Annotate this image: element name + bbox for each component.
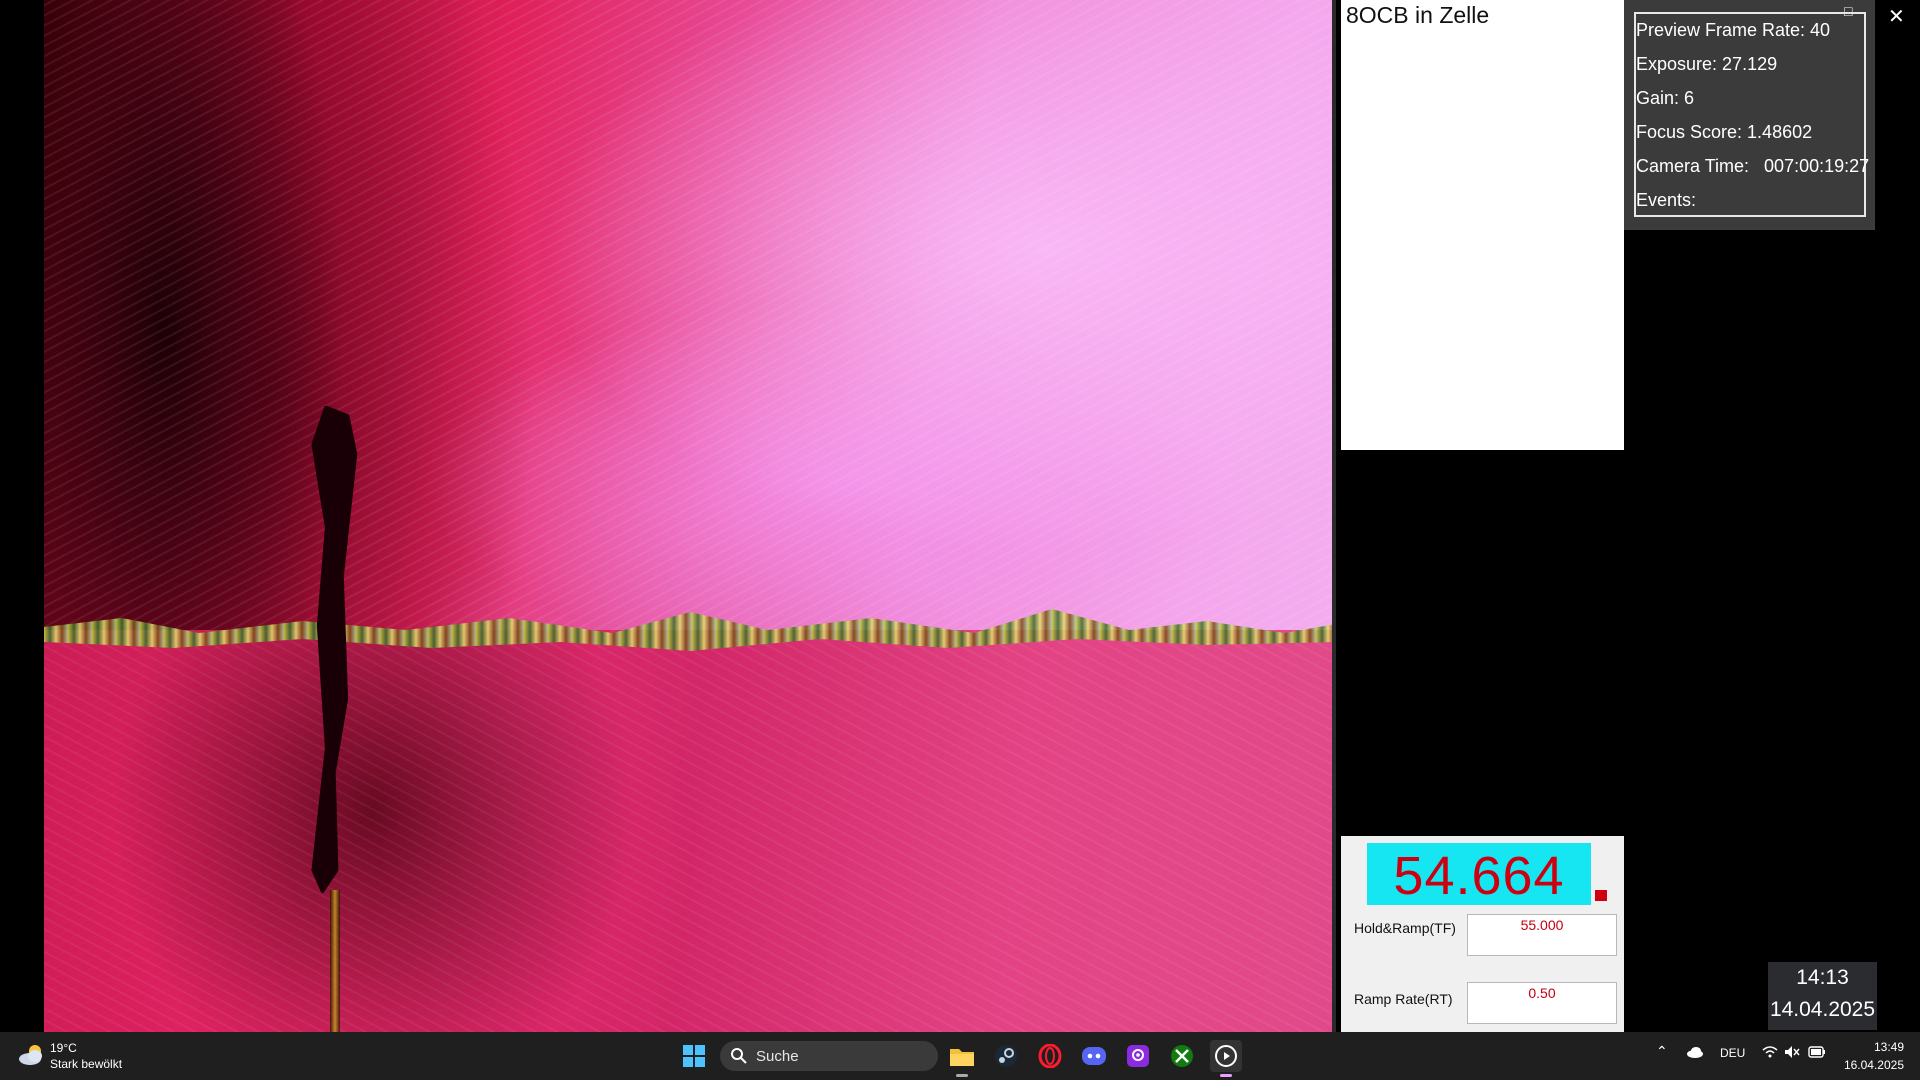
opera-icon — [1038, 1044, 1062, 1068]
events-readout: Events: — [1636, 190, 1697, 210]
hold-ramp-field[interactable]: 55.000 — [1467, 914, 1617, 956]
microscope-image — [44, 0, 1336, 1032]
podcast-app-icon — [1127, 1045, 1149, 1067]
ramp-rate-field[interactable]: 0.50 — [1467, 982, 1617, 1024]
steam-icon — [995, 1045, 1017, 1067]
sample-title: 8OCB in Zelle — [1346, 2, 1490, 28]
speaker-muted-icon[interactable] — [1784, 1045, 1800, 1059]
focus-score-readout: Focus Score: 1.48602 — [1636, 122, 1813, 142]
weather-temperature[interactable]: 19°C — [50, 1041, 77, 1055]
system-time[interactable]: 13:49 — [1860, 1040, 1904, 1054]
xbox-icon — [1171, 1045, 1193, 1067]
wifi-icon[interactable] — [1762, 1045, 1778, 1059]
start-button[interactable] — [678, 1040, 710, 1072]
media-player-button[interactable] — [1210, 1040, 1242, 1077]
overlay-clock: 14:13 14.04.2025 — [1768, 962, 1877, 1030]
overlay-date: 14.04.2025 — [1769, 998, 1876, 1021]
language-indicator[interactable]: DEU — [1720, 1046, 1745, 1060]
opera-button[interactable] — [1034, 1040, 1066, 1072]
folder-icon — [950, 1049, 974, 1066]
temperature-value: 54.664 — [1393, 846, 1565, 906]
discord-button[interactable] — [1078, 1040, 1110, 1072]
search-icon — [731, 1048, 747, 1064]
onedrive-cloud-icon[interactable] — [1686, 1046, 1704, 1058]
system-date[interactable]: 16.04.2025 — [1838, 1058, 1904, 1072]
lower-domain — [44, 630, 1336, 1032]
steam-button[interactable] — [990, 1040, 1022, 1072]
exposure-readout: Exposure: 27.129 — [1636, 54, 1778, 74]
overlay-time: 14:13 — [1796, 966, 1849, 989]
discord-icon — [1082, 1047, 1106, 1065]
battery-icon[interactable] — [1808, 1046, 1826, 1058]
close-button[interactable]: ✕ — [1888, 4, 1905, 29]
chevron-up-icon[interactable]: ⌃ — [1656, 1043, 1668, 1060]
taskbar: 19°C Stark bewölkt Suche ⌃ DEU 13:49 16.… — [0, 1032, 1920, 1080]
camera-time-readout: Camera Time: 007:00:19:27 — [1636, 156, 1870, 176]
xbox-button[interactable] — [1166, 1040, 1198, 1072]
camera-info-box — [1634, 12, 1866, 217]
cloud-weather-icon[interactable] — [18, 1042, 46, 1068]
gain-readout: Gain: 6 — [1636, 88, 1695, 108]
debris-fiber — [330, 890, 340, 1032]
camera-info-panel: – □ Preview Frame Rate: 40 Exposure: 27.… — [1624, 0, 1875, 230]
image-border — [1332, 0, 1336, 1032]
media-player-icon — [1215, 1045, 1237, 1067]
ramp-rate-label: Ramp Rate(RT) — [1354, 991, 1453, 1007]
hold-ramp-label: Hold&Ramp(TF) — [1354, 920, 1456, 936]
windows-start-icon — [683, 1045, 705, 1067]
temperature-display: 54.664 — [1367, 843, 1591, 906]
taskbar-search[interactable]: Suche — [720, 1041, 938, 1071]
weather-description[interactable]: Stark bewölkt — [50, 1057, 122, 1071]
search-placeholder: Suche — [756, 1048, 799, 1065]
temperature-controller-panel: 54.664 Hold&Ramp(TF) 55.000 Ramp Rate(RT… — [1341, 836, 1624, 1032]
sample-title-panel: 8OCB in Zelle — [1341, 0, 1624, 450]
file-explorer-button[interactable] — [946, 1040, 978, 1077]
podcast-app-button[interactable] — [1122, 1040, 1154, 1072]
status-indicator — [1595, 890, 1607, 901]
preview-frame-rate: Preview Frame Rate: 40 — [1636, 20, 1831, 40]
